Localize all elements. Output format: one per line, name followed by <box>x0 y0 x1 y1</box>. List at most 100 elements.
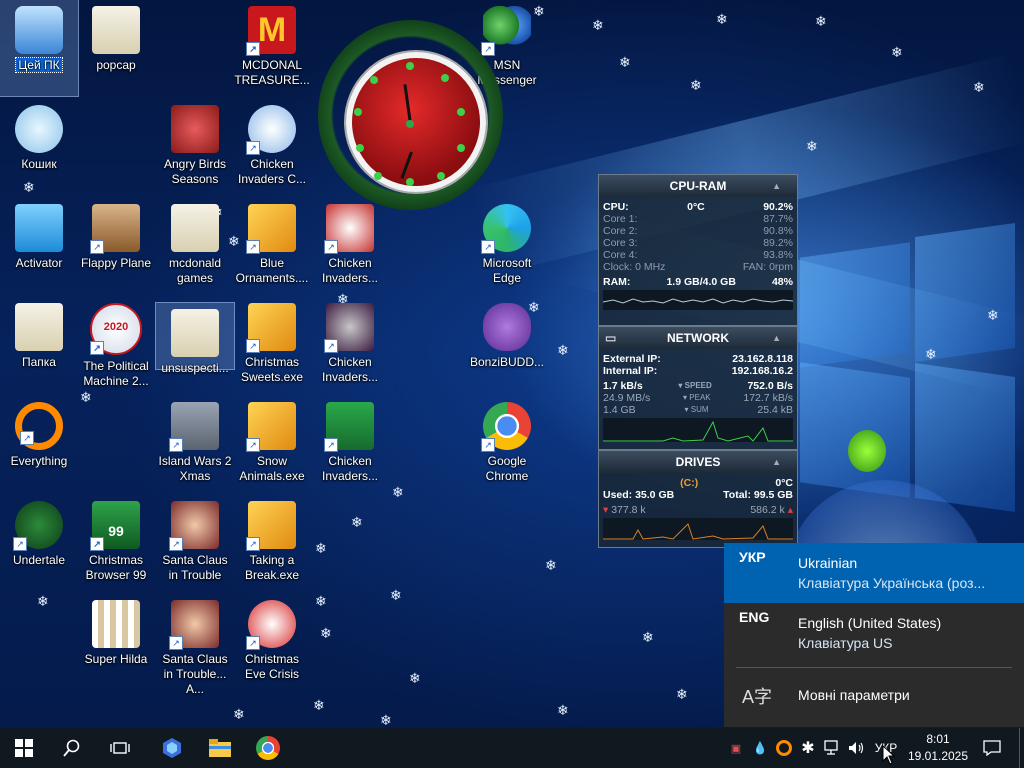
icon-label: MCDONAL TREASURE... <box>234 58 310 87</box>
snowflake-icon: ❄ <box>557 342 569 358</box>
desktop-icon-microsoft-edge[interactable]: ↗ Microsoft Edge <box>468 198 546 294</box>
desktop-icon-folder[interactable]: Папка <box>0 297 78 393</box>
action-center-button[interactable] <box>976 728 1008 768</box>
icon-label: Цей ПК <box>15 57 63 73</box>
shortcut-arrow-icon: ↗ <box>246 537 260 551</box>
desktop-icon-christmas-browser[interactable]: 99 ↗ Christmas Browser 99 <box>77 495 155 591</box>
desktop-icon-unsuspecting[interactable]: unsuspecti... <box>155 302 235 375</box>
desktop-icon-google-chrome[interactable]: ↗ Google Chrome <box>468 396 546 492</box>
mouse-cursor-icon <box>882 745 896 765</box>
snowflake-icon: ❄ <box>891 44 903 60</box>
cpu-ram-title: CPU-RAM ▲ <box>599 175 797 197</box>
cpu-ram-gadget[interactable]: CPU-RAM ▲ CPU: 0°C 90.2% Core 1: 87.7% Cor… <box>598 174 798 326</box>
language-option-english[interactable]: ENG English (United States) Клавіатура U… <box>724 603 1024 663</box>
desktop-icon-blue-ornaments[interactable]: ↗ Blue Ornaments.... <box>233 198 311 294</box>
island-wars-icon: ↗ <box>169 402 219 452</box>
taskbar-copilot-app[interactable] <box>148 728 196 768</box>
snowflake-icon: ❄ <box>315 540 327 556</box>
icon-label: Christmas Eve Crisis <box>244 652 299 681</box>
taskbar-date: 19.01.2025 <box>907 749 969 763</box>
desktop-icon-everything[interactable]: ↗ Everything <box>0 396 78 492</box>
desktop-icon-santa-claus-trouble[interactable]: ↗ Santa Claus in Trouble <box>156 495 234 591</box>
desktop-icon-snow-animals[interactable]: ↗ Snow Animals.exe <box>233 396 311 492</box>
taskbar-chrome[interactable] <box>244 728 292 768</box>
start-button[interactable] <box>0 728 48 768</box>
taskbar-file-explorer[interactable] <box>196 728 244 768</box>
desktop-icon-political-machine[interactable]: 2020 ↗ The Political Machine 2... <box>77 297 155 393</box>
icon-label: The Political Machine 2... <box>83 359 149 388</box>
collapse-arrow-icon[interactable]: ▲ <box>772 451 781 473</box>
shortcut-arrow-icon: ↗ <box>169 636 183 650</box>
desktop-icon-recycle-bin[interactable]: Кошик <box>0 99 78 195</box>
desktop-icon-christmas-eve-crisis[interactable]: ↗ Christmas Eve Crisis <box>233 594 311 690</box>
network-gadget[interactable]: ▭ NETWORK ▲ External IP: 23.162.8.118 Inter… <box>598 326 798 450</box>
network-title: ▭ NETWORK ▲ <box>599 327 797 349</box>
clock-marker <box>356 144 364 152</box>
snowflake-icon: ❄ <box>392 484 404 500</box>
desktop-icon-chicken-invaders-3[interactable]: ↗ Chicken Invaders... <box>311 396 389 492</box>
shortcut-arrow-icon: ↗ <box>169 438 183 452</box>
christmas-clock-gadget[interactable] <box>318 20 503 210</box>
search-button[interactable] <box>48 728 96 768</box>
desktop-icon-chicken-invaders-2[interactable]: ↗ Chicken Invaders... <box>311 297 389 393</box>
icon-label: popcap <box>96 58 136 72</box>
santa-claus-icon: ↗ <box>169 600 219 650</box>
tray-volume[interactable] <box>845 728 869 768</box>
tray-app-icon[interactable]: 💧 <box>750 728 770 768</box>
core-value: 87.7% <box>763 213 793 225</box>
game-puzzle-icon: ↗ <box>246 303 296 353</box>
collapse-arrow-icon[interactable]: ▲ <box>772 175 781 197</box>
clock-date[interactable]: 8:01 19.01.2025 <box>904 728 972 768</box>
cpu-usage: 90.2% <box>763 201 793 213</box>
desktop-icon-chicken-invaders-1[interactable]: ↗ Chicken Invaders... <box>311 198 389 294</box>
language-settings-link[interactable]: A字 Мовні параметри <box>724 668 1024 723</box>
desktop-icon-activator[interactable]: Activator <box>0 198 78 294</box>
desktop-icon-this-pc[interactable]: Цей ПК <box>0 0 79 97</box>
desktop-icon-popcap[interactable]: popcap <box>77 0 155 96</box>
icon-label: BonziBUDD... <box>469 355 545 369</box>
tray-network[interactable] <box>821 728 845 768</box>
desktop-icon-flappy-plane[interactable]: ↗ Flappy Plane <box>77 198 155 294</box>
desktop-icon-island-wars[interactable]: ↗ Island Wars 2 Xmas <box>156 396 234 492</box>
icon-label: Snow Animals.exe <box>239 454 305 483</box>
language-option-ukrainian[interactable]: УКР Ukrainian Клавіатура Українська (роз… <box>724 543 1024 603</box>
tray-everything[interactable] <box>773 728 795 768</box>
cpu-label: CPU: <box>603 201 629 213</box>
task-view-button[interactable] <box>96 728 144 768</box>
drive-activity-graph <box>603 518 793 540</box>
snowflake-icon: ❄ <box>642 629 654 645</box>
icon-label: Activator <box>15 256 63 270</box>
core-value: 89.2% <box>763 237 793 249</box>
search-icon <box>63 739 80 757</box>
clock-marker <box>374 172 382 180</box>
snowflake-icon: ❄ <box>351 514 363 530</box>
desktop-icon-chicken-invaders-c[interactable]: ↗ Chicken Invaders C... <box>233 99 311 195</box>
game-puzzle-icon: ↗ <box>246 501 296 551</box>
tray-snow-app[interactable]: ✱ <box>797 728 819 768</box>
desktop-icon-super-hilda[interactable]: Super Hilda <box>77 594 155 690</box>
desktop-icon-undertale[interactable]: ↗ Undertale <box>0 495 78 591</box>
desktop-icon-santa-claus-trouble-2[interactable]: ↗ Santa Claus in Trouble... A... <box>156 594 234 696</box>
ram-usage-graph <box>603 290 793 310</box>
keyboard-layout: Клавіатура Українська (роз... <box>798 575 986 591</box>
angry-birds-icon <box>171 105 219 153</box>
desktop-icon-mcdonald-games[interactable]: mcdonald games <box>156 198 234 294</box>
drive-read-speed: 377.8 k <box>611 504 646 516</box>
icon-label: Santa Claus in Trouble... A... <box>162 652 228 696</box>
show-desktop-button[interactable] <box>1019 728 1024 768</box>
icon-label: mcdonald games <box>168 256 222 285</box>
drives-gadget[interactable]: DRIVES ▲ (C:) 0°C Used: 35.0 GB Total: 99.5… <box>598 450 798 548</box>
volume-icon <box>849 742 864 754</box>
desktop-icon-taking-a-break[interactable]: ↗ Taking a Break.exe <box>233 495 311 591</box>
wallpaper-logo-pane <box>800 362 910 498</box>
mcdonalds-logo-icon: M ↗ <box>246 6 296 56</box>
desktop-icon-angry-birds[interactable]: Angry Birds Seasons <box>156 99 234 195</box>
desktop-icon-mcdonald-treasure[interactable]: M ↗ MCDONAL TREASURE... <box>233 0 311 96</box>
tray-app-icon[interactable]: ▣ <box>726 728 746 768</box>
network-icon <box>824 740 838 755</box>
christmas-tree-icon: 99 ↗ <box>90 501 140 551</box>
desktop-icon-christmas-sweets[interactable]: ↗ Christmas Sweets.exe <box>233 297 311 393</box>
desktop-icon-bonzibuddy[interactable]: BonziBUDD... <box>468 297 546 393</box>
collapse-arrow-icon[interactable]: ▲ <box>772 327 781 349</box>
drives-title: DRIVES ▲ <box>599 451 797 473</box>
